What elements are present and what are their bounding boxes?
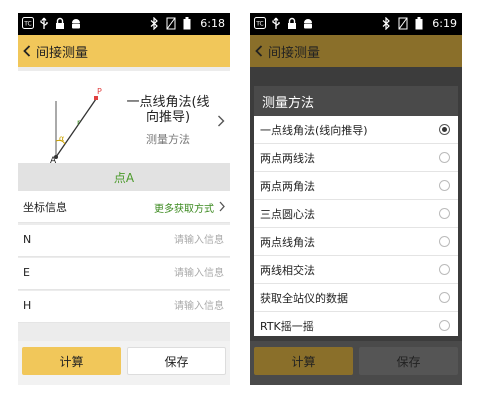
coord-info-label: 坐标信息 <box>23 201 67 214</box>
tc-badge-icon: TC <box>22 17 34 30</box>
radio-icon[interactable] <box>439 180 450 191</box>
page-title: 间接测量 <box>268 45 321 61</box>
method-option-label: 获取全站仪的数据 <box>260 291 348 305</box>
battery-icon <box>183 17 195 30</box>
no-sim-icon <box>398 17 410 30</box>
field-label-e: E <box>23 266 30 279</box>
field-label-h: H <box>23 299 32 312</box>
status-time: 6:18 <box>200 17 225 30</box>
calculate-button[interactable]: 计算 <box>254 347 353 375</box>
method-option-label: 两点两线法 <box>260 151 315 165</box>
method-option[interactable]: 获取全站仪的数据 <box>254 284 458 312</box>
save-button[interactable]: 保存 <box>127 347 226 375</box>
diagram-label-a: A <box>50 156 57 163</box>
phone-screen-left: TC 6:18 间接测量 P r α A 一点线角法(线向推导) 测量方法 点A… <box>18 13 230 385</box>
calculate-button[interactable]: 计算 <box>22 347 121 375</box>
method-option[interactable]: 两点线角法 <box>254 228 458 256</box>
method-option-label: 两线相交法 <box>260 263 315 277</box>
diagram-label-alpha: α <box>59 134 64 143</box>
status-bar: TC 6:18 <box>18 13 230 35</box>
field-row-h: H <box>18 291 230 323</box>
android-icon <box>302 17 314 30</box>
method-option[interactable]: 一点线角法(线向推导) <box>254 116 458 144</box>
usb-icon <box>270 17 282 30</box>
point-header: 点A <box>18 163 230 191</box>
radio-icon[interactable] <box>439 264 450 275</box>
bottom-action-bar: 计算 保存 <box>250 341 462 385</box>
radio-icon[interactable] <box>439 152 450 163</box>
radio-icon[interactable] <box>439 236 450 247</box>
coord-info-row[interactable]: 坐标信息 更多获取方式 <box>18 191 230 223</box>
bottom-action-bar: 计算 保存 <box>18 341 230 385</box>
measurement-method-dialog: 测量方法 一点线角法(线向推导) 两点两线法 两点两角法 三点圆心法 两点线角法… <box>254 86 458 336</box>
status-time: 6:19 <box>432 17 457 30</box>
radio-icon[interactable] <box>439 292 450 303</box>
dialog-title: 测量方法 <box>254 86 458 116</box>
method-option[interactable]: RTK摇一摇 <box>254 312 458 340</box>
app-bar: 间接测量 <box>250 35 462 67</box>
field-row-n: N <box>18 225 230 257</box>
svg-text:TC: TC <box>255 21 264 28</box>
no-sim-icon <box>166 17 178 30</box>
method-option[interactable]: 两点两线法 <box>254 144 458 172</box>
more-methods-link[interactable]: 更多获取方式 <box>154 200 214 215</box>
method-option-label: 两点线角法 <box>260 235 315 249</box>
method-option[interactable]: 三点圆心法 <box>254 200 458 228</box>
radio-selected-icon[interactable] <box>439 124 450 135</box>
android-icon <box>70 17 82 30</box>
lock-icon <box>54 17 66 30</box>
chevron-right-icon <box>218 115 225 127</box>
method-option-label: 三点圆心法 <box>260 207 315 221</box>
n-input[interactable] <box>94 231 224 249</box>
method-subtitle: 测量方法 <box>146 133 190 146</box>
save-button[interactable]: 保存 <box>359 347 458 375</box>
usb-icon <box>38 17 50 30</box>
field-label-n: N <box>23 233 32 246</box>
e-input[interactable] <box>94 264 224 282</box>
app-bar: 间接测量 <box>18 35 230 67</box>
diagram-label-p: P <box>97 87 102 96</box>
phone-screen-right: TC 6:19 间接测量 计算 保存 测量方法 一点线角法(线向推导) 两点两线… <box>250 13 462 385</box>
method-option-label: 一点线角法(线向推导) <box>260 123 368 137</box>
bluetooth-icon <box>381 16 393 31</box>
method-option[interactable]: 两线相交法 <box>254 256 458 284</box>
battery-icon <box>415 17 427 30</box>
method-diagram: P r α A <box>50 87 102 163</box>
method-selector[interactable]: P r α A 一点线角法(线向推导) 测量方法 <box>18 71 230 169</box>
page-title: 间接测量 <box>36 45 89 61</box>
back-arrow-icon[interactable] <box>250 35 268 67</box>
chevron-right-icon <box>219 201 225 212</box>
field-row-e: E <box>18 258 230 290</box>
h-input[interactable] <box>94 297 224 315</box>
radio-icon[interactable] <box>439 320 450 331</box>
back-arrow-icon[interactable] <box>18 35 36 67</box>
method-name: 一点线角法(线向推导) <box>126 95 210 125</box>
method-option-label: 两点两角法 <box>260 179 315 193</box>
tc-badge-icon: TC <box>254 17 266 30</box>
method-option-label: RTK摇一摇 <box>260 320 314 333</box>
method-option[interactable]: 两点两角法 <box>254 172 458 200</box>
bluetooth-icon <box>149 16 161 31</box>
svg-text:TC: TC <box>23 21 32 28</box>
lock-icon <box>286 17 298 30</box>
radio-icon[interactable] <box>439 208 450 219</box>
status-bar: TC 6:19 <box>250 13 462 35</box>
